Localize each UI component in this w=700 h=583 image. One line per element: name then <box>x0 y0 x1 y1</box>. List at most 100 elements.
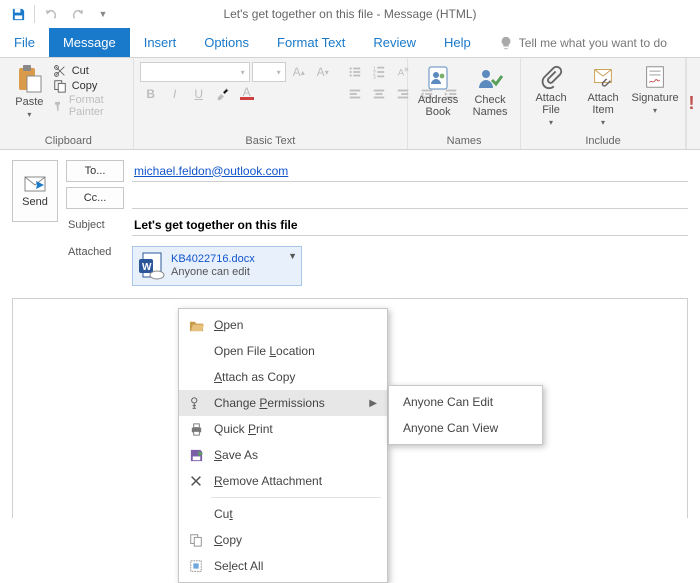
ribbon-tabs: File Message Insert Options Format Text … <box>0 28 700 58</box>
address-book-icon <box>424 64 452 92</box>
font-color-icon[interactable]: A <box>236 84 258 104</box>
send-button[interactable]: Send <box>12 160 58 222</box>
paperclip-icon <box>539 64 563 90</box>
chevron-down-icon: ▾ <box>653 106 657 115</box>
grow-font-icon[interactable]: A▴ <box>288 62 310 82</box>
tab-insert[interactable]: Insert <box>130 28 191 57</box>
check-names-icon <box>476 64 504 92</box>
menu-select-all[interactable]: Select All <box>179 553 387 579</box>
attach-item-label: Attach Item <box>587 92 618 116</box>
word-cloud-icon: W <box>137 251 165 281</box>
underline-icon[interactable]: U <box>188 84 210 104</box>
menu-quick-print-label: Quick Print <box>214 422 377 436</box>
group-clipboard: Paste ▾ Cut Copy Format Painter Clipboar… <box>4 58 134 149</box>
format-painter-button[interactable]: Format Painter <box>53 94 127 118</box>
chevron-right-icon: ▶ <box>369 398 377 409</box>
svg-text:W: W <box>142 262 152 273</box>
cut-label: Cut <box>72 65 89 77</box>
title-bar: ▼ Let's get together on this file - Mess… <box>0 0 700 28</box>
tab-help[interactable]: Help <box>430 28 485 57</box>
tab-format-text[interactable]: Format Text <box>263 28 359 57</box>
window-title: Let's get together on this file - Messag… <box>223 7 476 21</box>
attachment-context-menu: Open Open File Location Attach as Copy C… <box>178 308 388 583</box>
copy-button[interactable]: Copy <box>53 79 127 93</box>
group-label-basic-text: Basic Text <box>140 133 401 147</box>
to-input[interactable] <box>132 160 688 182</box>
chevron-down-icon: ▾ <box>549 118 553 127</box>
copy-icon <box>53 79 67 93</box>
bold-icon[interactable]: B <box>140 84 162 104</box>
menu-save-as[interactable]: Save As <box>179 442 387 468</box>
submenu-anyone-can-view[interactable]: Anyone Can View <box>389 415 542 441</box>
group-names: Address Book Check Names Names <box>408 58 521 149</box>
tab-options[interactable]: Options <box>190 28 263 57</box>
open-icon <box>187 318 205 333</box>
group-include: Attach File ▾ Attach Item ▾ Signature ▾ … <box>521 58 686 149</box>
save-icon[interactable] <box>6 2 30 26</box>
menu-remove-attachment-label: Remove Attachment <box>214 474 377 488</box>
menu-attach-as-copy-label: Attach as Copy <box>214 370 377 384</box>
quick-access-toolbar: ▼ <box>0 0 115 28</box>
submenu-anyone-can-edit[interactable]: Anyone Can Edit <box>389 389 542 415</box>
copy-icon <box>187 533 205 547</box>
menu-attach-as-copy[interactable]: Attach as Copy <box>179 364 387 390</box>
tab-review[interactable]: Review <box>359 28 430 57</box>
scissors-icon <box>53 64 67 78</box>
align-center-icon[interactable] <box>368 84 390 104</box>
attachment-name: KB4022716.docx <box>171 253 255 266</box>
shrink-font-icon[interactable]: A▾ <box>312 62 334 82</box>
attach-item-button[interactable]: Attach Item ▾ <box>579 62 627 127</box>
attachment-chip[interactable]: W KB4022716.docx Anyone can edit ▼ <box>132 246 302 286</box>
tell-me-placeholder: Tell me what you want to do <box>519 36 667 50</box>
menu-cut[interactable]: Cut <box>179 501 387 527</box>
menu-open[interactable]: Open <box>179 312 387 338</box>
numbering-icon[interactable]: 123 <box>368 62 390 82</box>
menu-open-label: Open <box>214 318 377 332</box>
group-basic-text: ▾ ▾ A▴ A▾ B I U A 123 <box>134 58 408 149</box>
tell-me-search[interactable]: Tell me what you want to do <box>489 28 677 57</box>
menu-save-as-label: Save As <box>214 448 377 462</box>
font-size-combo[interactable]: ▾ <box>252 62 286 82</box>
remove-icon <box>187 474 205 488</box>
undo-icon[interactable] <box>39 2 63 26</box>
ribbon-overflow-icon[interactable]: ! <box>686 58 696 149</box>
group-label-include: Include <box>527 133 679 147</box>
redo-icon[interactable] <box>65 2 89 26</box>
check-names-label: Check Names <box>473 94 508 118</box>
menu-open-file-location[interactable]: Open File Location <box>179 338 387 364</box>
cc-button[interactable]: Cc... <box>66 187 124 209</box>
highlight-icon[interactable] <box>212 84 234 104</box>
paste-button[interactable]: Paste ▾ <box>10 62 49 119</box>
menu-copy[interactable]: Copy <box>179 527 387 553</box>
cut-button[interactable]: Cut <box>53 64 127 78</box>
cc-input[interactable] <box>132 187 688 209</box>
check-names-button[interactable]: Check Names <box>466 62 514 118</box>
attachment-permission: Anyone can edit <box>171 266 255 279</box>
align-left-icon[interactable] <box>344 84 366 104</box>
qat-dropdown-icon[interactable]: ▼ <box>91 2 115 26</box>
menu-quick-print[interactable]: Quick Print <box>179 416 387 442</box>
attach-file-label: Attach File <box>535 92 566 116</box>
bullets-icon[interactable] <box>344 62 366 82</box>
svg-text:3: 3 <box>373 75 376 79</box>
subject-input[interactable] <box>132 214 688 236</box>
format-painter-label: Format Painter <box>69 94 127 118</box>
paintbrush-icon <box>53 99 64 113</box>
italic-icon[interactable]: I <box>164 84 186 104</box>
menu-cut-label: Cut <box>214 507 377 521</box>
attach-file-button[interactable]: Attach File ▾ <box>527 62 575 127</box>
menu-change-permissions[interactable]: Change Permissions ▶ <box>179 390 387 416</box>
signature-button[interactable]: Signature ▾ <box>631 62 679 115</box>
copy-label: Copy <box>72 80 98 92</box>
address-book-button[interactable]: Address Book <box>414 62 462 118</box>
font-name-combo[interactable]: ▾ <box>140 62 250 82</box>
group-label-names: Names <box>414 133 514 147</box>
tab-message[interactable]: Message <box>49 28 130 57</box>
menu-remove-attachment[interactable]: Remove Attachment <box>179 468 387 494</box>
to-button[interactable]: To... <box>66 160 124 182</box>
select-all-icon <box>187 559 205 573</box>
attachment-dropdown-icon[interactable]: ▼ <box>288 251 297 261</box>
signature-label: Signature <box>632 92 679 104</box>
tab-file[interactable]: File <box>0 28 49 57</box>
paste-label: Paste <box>15 96 43 108</box>
